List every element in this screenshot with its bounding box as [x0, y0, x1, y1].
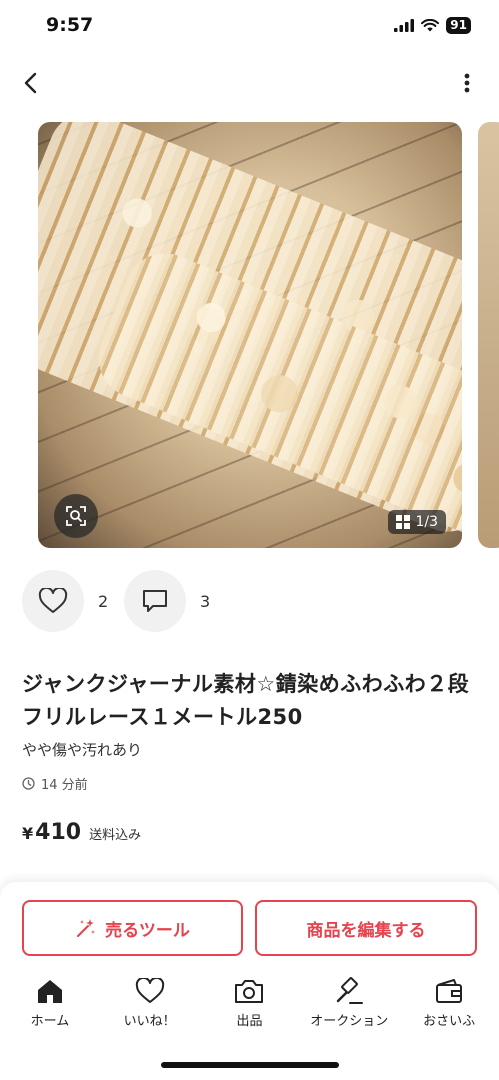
- image-search-icon: [66, 506, 86, 526]
- grid-icon: [396, 515, 411, 529]
- currency-symbol: ¥: [22, 824, 34, 843]
- camera-icon: [235, 980, 264, 1003]
- clock-icon: [22, 777, 35, 790]
- status-time: 9:57: [46, 14, 94, 36]
- wallet-icon: [436, 979, 463, 1003]
- product-image-carousel[interactable]: 1/3: [38, 122, 462, 548]
- edit-item-button[interactable]: 商品を編集する: [255, 900, 477, 956]
- heart-icon: [38, 588, 68, 613]
- gavel-icon: [337, 977, 364, 1004]
- tab-home[interactable]: ホーム: [4, 977, 96, 1029]
- tab-likes[interactable]: いいね！: [104, 977, 196, 1029]
- magic-wand-icon: [77, 919, 96, 937]
- status-bar: 9:57 91: [0, 0, 499, 54]
- tab-wallet-label: おさいふ: [423, 1014, 476, 1029]
- comment-count: 3: [200, 591, 211, 611]
- tab-sell-label: 出品: [236, 1014, 263, 1029]
- posted-time: 14 分前: [22, 774, 88, 793]
- status-icons: 91: [394, 17, 471, 34]
- chevron-left-icon: [24, 72, 37, 94]
- page-indicator-text: 1/3: [415, 514, 438, 530]
- signal-icon: [394, 19, 415, 32]
- price: ¥410: [22, 820, 81, 845]
- sell-tool-label: 売るツール: [105, 920, 190, 941]
- item-condition: やや傷や汚れあり: [22, 741, 143, 759]
- comment-action: 3: [124, 570, 210, 632]
- bottom-panel: 売るツール 商品を編集する ホーム いいね！ 出品 オークション おさいふ: [0, 882, 499, 1080]
- like-button[interactable]: [22, 570, 84, 632]
- product-photo: [38, 122, 462, 548]
- tab-auction-label: オークション: [310, 1014, 389, 1029]
- price-row: ¥410 送料込み: [22, 820, 141, 845]
- battery-indicator: 91: [446, 17, 471, 34]
- shipping-label: 送料込み: [89, 828, 142, 843]
- home-indicator: [161, 1062, 339, 1068]
- more-options-button[interactable]: [457, 68, 477, 98]
- back-button[interactable]: [14, 66, 46, 100]
- comment-button[interactable]: [124, 570, 186, 632]
- comment-icon: [143, 590, 167, 612]
- tab-wallet[interactable]: おさいふ: [403, 977, 495, 1029]
- edit-item-label: 商品を編集する: [306, 920, 426, 941]
- tab-home-label: ホーム: [30, 1014, 70, 1029]
- next-image-preview[interactable]: [478, 122, 499, 548]
- tab-sell[interactable]: 出品: [203, 977, 295, 1029]
- home-icon: [37, 980, 62, 1003]
- bottom-tab-bar: ホーム いいね！ 出品 オークション おさいふ: [0, 977, 499, 1029]
- tab-likes-label: いいね！: [123, 1014, 176, 1029]
- tab-auction[interactable]: オークション: [303, 977, 395, 1029]
- like-action: 2: [22, 570, 108, 632]
- posted-time-text: 14 分前: [41, 778, 88, 793]
- item-title: ジャンクジャーナル素材☆錆染めふわふわ２段フリルレース１メートル250: [22, 672, 470, 729]
- wifi-icon: [421, 19, 440, 32]
- sell-tool-button[interactable]: 売るツール: [22, 900, 243, 956]
- price-value: 410: [35, 820, 82, 845]
- like-count: 2: [98, 591, 109, 611]
- image-page-indicator: 1/3: [388, 510, 446, 534]
- image-search-button[interactable]: [54, 494, 98, 538]
- vertical-ellipsis-icon: [464, 73, 470, 93]
- heart-icon: [135, 978, 164, 1003]
